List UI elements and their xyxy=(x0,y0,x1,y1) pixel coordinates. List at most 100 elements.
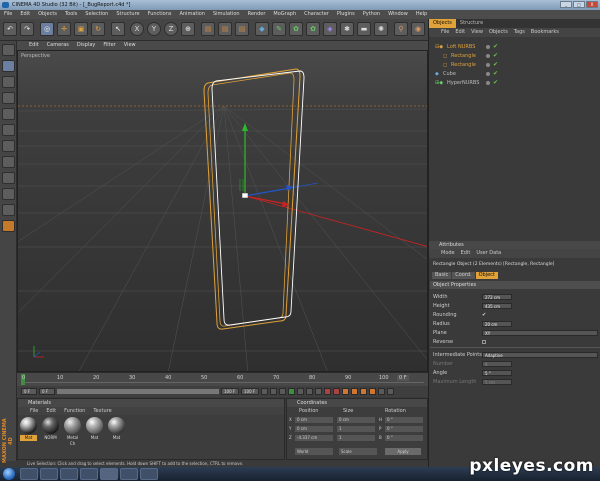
go-to-start-icon[interactable] xyxy=(261,388,268,395)
tab-coord[interactable]: Coord. xyxy=(452,272,475,279)
rot-b-field[interactable]: 0 ° xyxy=(385,435,423,441)
menu-file[interactable]: File xyxy=(4,10,12,19)
render-picture-viewer-icon[interactable]: ▤ xyxy=(218,22,232,36)
polygons-mode-icon[interactable] xyxy=(2,140,15,152)
autokey-icon[interactable] xyxy=(333,388,340,395)
attr-menu-mode[interactable]: Mode xyxy=(441,249,455,258)
y-axis-icon[interactable]: Y xyxy=(147,22,161,36)
taskbar-firefox-icon[interactable] xyxy=(60,468,78,480)
minimize-button[interactable]: _ xyxy=(560,1,572,8)
previous-key-icon[interactable] xyxy=(270,388,277,395)
menu-functions[interactable]: Functions xyxy=(148,10,172,19)
coord-mode-dropdown[interactable]: World xyxy=(295,448,333,455)
visibility-dot[interactable] xyxy=(486,72,490,76)
taskbar-app-icon[interactable] xyxy=(120,468,138,480)
menu-mograph[interactable]: MoGraph xyxy=(273,10,296,19)
make-editable-icon[interactable] xyxy=(2,44,15,56)
material-swatch[interactable]: Metal Ch xyxy=(64,417,81,446)
menu-window[interactable]: Window xyxy=(388,10,408,19)
width-field[interactable]: 272 cm xyxy=(482,294,512,300)
radius-field[interactable]: 20 cm xyxy=(482,321,512,327)
plane-dropdown[interactable]: XY xyxy=(482,330,598,336)
array-icon[interactable]: ✿ xyxy=(306,22,320,36)
om-menu-tags[interactable]: Tags xyxy=(514,28,525,37)
nurbs-icon[interactable]: ✿ xyxy=(289,22,303,36)
render-view-icon[interactable]: ▤ xyxy=(201,22,215,36)
height-field[interactable]: 435 cm xyxy=(482,303,512,309)
current-frame-field[interactable]: 0 F xyxy=(397,375,409,381)
om-menu-bookmarks[interactable]: Bookmarks xyxy=(531,28,559,37)
viewport-menu-view[interactable]: View xyxy=(124,41,136,50)
light-icon[interactable]: ✺ xyxy=(374,22,388,36)
enabled-check-icon[interactable]: ✔ xyxy=(493,43,498,51)
maximize-button[interactable]: □ xyxy=(573,1,585,8)
position-key-icon[interactable] xyxy=(351,388,358,395)
snap-settings-icon[interactable] xyxy=(2,220,15,232)
visibility-dot[interactable] xyxy=(486,81,490,85)
model-mode-icon[interactable]: ↖ xyxy=(111,22,125,36)
next-frame-icon[interactable] xyxy=(297,388,304,395)
live-selection-icon[interactable]: ◎ xyxy=(40,22,54,36)
materials-menu-texture[interactable]: Texture xyxy=(93,407,111,415)
taskbar-explorer-icon[interactable] xyxy=(20,468,38,480)
object-row-rectangle[interactable]: ◻ Rectangle ✔ xyxy=(431,61,600,69)
tab-structure[interactable]: Structure xyxy=(456,19,487,28)
material-swatch[interactable]: NORM xyxy=(42,417,59,445)
size-z-field[interactable]: 1 xyxy=(337,435,375,441)
apply-button[interactable]: Apply xyxy=(385,448,421,455)
object-row-loft-nurbs[interactable]: ⊟◆ Loft NURBS ✔ xyxy=(431,43,600,51)
start-frame-field[interactable]: 0 F xyxy=(21,388,37,395)
edges-mode-icon[interactable] xyxy=(2,124,15,136)
keyframe-icon[interactable] xyxy=(342,388,349,395)
enabled-check-icon[interactable]: ✔ xyxy=(493,79,498,87)
menu-plugins[interactable]: Plugins xyxy=(337,10,355,19)
size-mode-dropdown[interactable]: Scale xyxy=(339,448,377,455)
snap-icon[interactable]: ⚲ xyxy=(394,22,408,36)
menu-animation[interactable]: Animation xyxy=(179,10,205,19)
rotate-icon[interactable]: ↻ xyxy=(91,22,105,36)
taskbar-app-icon[interactable] xyxy=(140,468,158,480)
angle-field[interactable]: 5 ° xyxy=(482,370,512,376)
rot-p-field[interactable]: 0 ° xyxy=(385,426,423,432)
material-swatch[interactable]: Mat xyxy=(20,417,37,445)
previous-frame-icon[interactable] xyxy=(279,388,286,395)
object-row-hypernurbs[interactable]: ⊞◆ HyperNURBS ✔ xyxy=(431,79,600,87)
visibility-dot[interactable] xyxy=(486,45,490,49)
perspective-viewport[interactable]: Perspective xyxy=(17,50,428,372)
viewport-menu-filter[interactable]: Filter xyxy=(103,41,115,50)
taskbar-app-icon[interactable] xyxy=(80,468,98,480)
checker-icon-2[interactable] xyxy=(2,204,15,216)
om-menu-edit[interactable]: Edit xyxy=(455,28,465,37)
redo-icon[interactable]: ↷ xyxy=(20,22,34,36)
menu-objects[interactable]: Objects xyxy=(38,10,57,19)
tab-object[interactable]: Object xyxy=(475,272,498,279)
taskbar-media-icon[interactable] xyxy=(40,468,58,480)
object-row-cube[interactable]: ◆ Cube ✔ xyxy=(431,70,600,78)
preview-start-field[interactable]: 0 F xyxy=(39,388,55,395)
size-y-field[interactable]: 1 xyxy=(337,426,375,432)
record-icon[interactable] xyxy=(324,388,331,395)
menu-python[interactable]: Python xyxy=(363,10,380,19)
render-settings-icon[interactable]: ▤ xyxy=(235,22,249,36)
rotation-key-icon[interactable] xyxy=(369,388,376,395)
om-menu-file[interactable]: File xyxy=(441,28,449,37)
timeline[interactable]: 0 10 20 30 40 50 60 70 80 90 100 0 F xyxy=(17,372,428,386)
tab-objects[interactable]: Objects xyxy=(429,19,456,28)
checker-icon[interactable] xyxy=(2,188,15,200)
attr-menu-edit[interactable]: Edit xyxy=(461,249,471,258)
menu-structure[interactable]: Structure xyxy=(116,10,139,19)
cube-icon[interactable]: ◆ xyxy=(255,22,269,36)
workplane-icon[interactable]: ◉ xyxy=(411,22,425,36)
menu-tools[interactable]: Tools xyxy=(65,10,77,19)
use-object-axis-icon[interactable] xyxy=(2,76,15,88)
start-button-icon[interactable] xyxy=(3,468,15,480)
animation-mode-icon[interactable] xyxy=(2,156,15,168)
workplane-mode-icon[interactable] xyxy=(2,172,15,184)
coordinate-system-icon[interactable]: ⊕ xyxy=(181,22,195,36)
viewport-menu-display[interactable]: Display xyxy=(77,41,95,50)
attr-menu-user-data[interactable]: User Data xyxy=(476,249,501,258)
visibility-dot[interactable] xyxy=(486,63,490,67)
go-to-end-icon[interactable] xyxy=(315,388,322,395)
materials-menu-file[interactable]: File xyxy=(30,407,38,415)
material-swatch[interactable]: Mat xyxy=(108,417,125,445)
